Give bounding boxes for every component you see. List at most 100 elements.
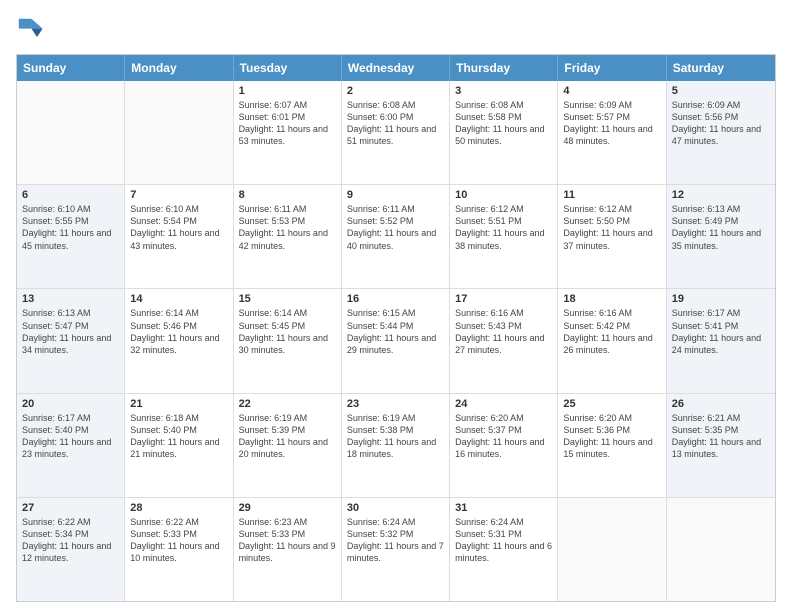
- day-number: 6: [22, 189, 119, 201]
- day-number: 31: [455, 502, 552, 514]
- calendar-cell: 20Sunrise: 6:17 AMSunset: 5:40 PMDayligh…: [17, 394, 125, 497]
- calendar-cell: 12 Sunrise: 6:13 AMSunset: 5:49 PMDayligh…: [667, 185, 775, 288]
- cell-info: Sunrise: 6:22 AMSunset: 5:34 PMDaylight:…: [22, 516, 119, 565]
- calendar-cell: 2 Sunrise: 6:08 AMSunset: 6:00 PMDaylight…: [342, 81, 450, 184]
- header-day-tuesday: Tuesday: [234, 55, 342, 81]
- day-number: 30: [347, 502, 444, 514]
- cell-info: Sunrise: 6:24 AMSunset: 5:31 PMDaylight:…: [455, 516, 552, 565]
- day-number: 12: [672, 189, 770, 201]
- day-number: 11: [563, 189, 660, 201]
- day-number: 26: [672, 398, 770, 410]
- calendar-cell: 25 Sunrise: 6:20 AMSunset: 5:36 PMDayligh…: [558, 394, 666, 497]
- day-number: 27: [22, 502, 119, 514]
- cell-info: Sunrise: 6:19 AMSunset: 5:38 PMDaylight:…: [347, 412, 444, 461]
- day-number: 28: [130, 502, 227, 514]
- calendar-cell: 22Sunrise: 6:19 AMSunset: 5:39 PMDayligh…: [234, 394, 342, 497]
- calendar-cell: 3 Sunrise: 6:08 AMSunset: 5:58 PMDaylight…: [450, 81, 558, 184]
- day-number: 2: [347, 85, 444, 97]
- calendar-cell: [17, 81, 125, 184]
- calendar-cell: 4 Sunrise: 6:09 AMSunset: 5:57 PMDaylight…: [558, 81, 666, 184]
- calendar-cell: 30 Sunrise: 6:24 AMSunset: 5:32 PMDayligh…: [342, 498, 450, 601]
- day-number: 1: [239, 85, 336, 97]
- cell-info: Sunrise: 6:11 AMSunset: 5:53 PMDaylight:…: [239, 203, 336, 252]
- cell-info: Sunrise: 6:10 AMSunset: 5:55 PMDaylight:…: [22, 203, 119, 252]
- cell-info: Sunrise: 6:21 AMSunset: 5:35 PMDaylight:…: [672, 412, 770, 461]
- logo-icon: [16, 16, 44, 44]
- calendar-cell: 6 Sunrise: 6:10 AMSunset: 5:55 PMDaylight…: [17, 185, 125, 288]
- cell-info: Sunrise: 6:07 AMSunset: 6:01 PMDaylight:…: [239, 99, 336, 148]
- cell-info: Sunrise: 6:24 AMSunset: 5:32 PMDaylight:…: [347, 516, 444, 565]
- cell-info: Sunrise: 6:14 AMSunset: 5:46 PMDaylight:…: [130, 307, 227, 356]
- day-number: 20: [22, 398, 119, 410]
- cell-info: Sunrise: 6:20 AMSunset: 5:36 PMDaylight:…: [563, 412, 660, 461]
- day-number: 25: [563, 398, 660, 410]
- calendar-row-2: 6 Sunrise: 6:10 AMSunset: 5:55 PMDaylight…: [17, 184, 775, 288]
- day-number: 13: [22, 293, 119, 305]
- cell-info: Sunrise: 6:09 AMSunset: 5:56 PMDaylight:…: [672, 99, 770, 148]
- day-number: 19: [672, 293, 770, 305]
- calendar: SundayMondayTuesdayWednesdayThursdayFrid…: [16, 54, 776, 602]
- calendar-cell: [558, 498, 666, 601]
- day-number: 3: [455, 85, 552, 97]
- cell-info: Sunrise: 6:19 AMSunset: 5:39 PMDaylight:…: [239, 412, 336, 461]
- cell-info: Sunrise: 6:10 AMSunset: 5:54 PMDaylight:…: [130, 203, 227, 252]
- calendar-row-4: 20Sunrise: 6:17 AMSunset: 5:40 PMDayligh…: [17, 393, 775, 497]
- cell-info: Sunrise: 6:23 AMSunset: 5:33 PMDaylight:…: [239, 516, 336, 565]
- cell-info: Sunrise: 6:08 AMSunset: 6:00 PMDaylight:…: [347, 99, 444, 148]
- cell-info: Sunrise: 6:12 AMSunset: 5:50 PMDaylight:…: [563, 203, 660, 252]
- day-number: 14: [130, 293, 227, 305]
- day-number: 5: [672, 85, 770, 97]
- day-number: 18: [563, 293, 660, 305]
- calendar-cell: 27 Sunrise: 6:22 AMSunset: 5:34 PMDayligh…: [17, 498, 125, 601]
- calendar-header: SundayMondayTuesdayWednesdayThursdayFrid…: [17, 55, 775, 81]
- page: SundayMondayTuesdayWednesdayThursdayFrid…: [0, 0, 792, 612]
- cell-info: Sunrise: 6:22 AMSunset: 5:33 PMDaylight:…: [130, 516, 227, 565]
- calendar-cell: 19 Sunrise: 6:17 AMSunset: 5:41 PMDayligh…: [667, 289, 775, 392]
- header-day-thursday: Thursday: [450, 55, 558, 81]
- cell-info: Sunrise: 6:11 AMSunset: 5:52 PMDaylight:…: [347, 203, 444, 252]
- cell-info: Sunrise: 6:15 AMSunset: 5:44 PMDaylight:…: [347, 307, 444, 356]
- header: [16, 16, 776, 44]
- calendar-cell: 5 Sunrise: 6:09 AMSunset: 5:56 PMDaylight…: [667, 81, 775, 184]
- calendar-cell: 7 Sunrise: 6:10 AMSunset: 5:54 PMDaylight…: [125, 185, 233, 288]
- day-number: 29: [239, 502, 336, 514]
- cell-info: Sunrise: 6:09 AMSunset: 5:57 PMDaylight:…: [563, 99, 660, 148]
- calendar-cell: 21Sunrise: 6:18 AMSunset: 5:40 PMDayligh…: [125, 394, 233, 497]
- header-day-friday: Friday: [558, 55, 666, 81]
- day-number: 21: [130, 398, 227, 410]
- cell-info: Sunrise: 6:16 AMSunset: 5:42 PMDaylight:…: [563, 307, 660, 356]
- cell-info: Sunrise: 6:13 AMSunset: 5:47 PMDaylight:…: [22, 307, 119, 356]
- calendar-cell: 17Sunrise: 6:16 AMSunset: 5:43 PMDayligh…: [450, 289, 558, 392]
- calendar-cell: 16Sunrise: 6:15 AMSunset: 5:44 PMDayligh…: [342, 289, 450, 392]
- calendar-body: 1 Sunrise: 6:07 AMSunset: 6:01 PMDaylight…: [17, 81, 775, 601]
- calendar-cell: 18 Sunrise: 6:16 AMSunset: 5:42 PMDayligh…: [558, 289, 666, 392]
- day-number: 23: [347, 398, 444, 410]
- calendar-cell: [125, 81, 233, 184]
- cell-info: Sunrise: 6:14 AMSunset: 5:45 PMDaylight:…: [239, 307, 336, 356]
- day-number: 15: [239, 293, 336, 305]
- calendar-cell: 26 Sunrise: 6:21 AMSunset: 5:35 PMDayligh…: [667, 394, 775, 497]
- calendar-cell: 15 Sunrise: 6:14 AMSunset: 5:45 PMDayligh…: [234, 289, 342, 392]
- calendar-cell: 13 Sunrise: 6:13 AMSunset: 5:47 PMDayligh…: [17, 289, 125, 392]
- calendar-cell: 14 Sunrise: 6:14 AMSunset: 5:46 PMDayligh…: [125, 289, 233, 392]
- calendar-row-1: 1 Sunrise: 6:07 AMSunset: 6:01 PMDaylight…: [17, 81, 775, 184]
- calendar-cell: 24Sunrise: 6:20 AMSunset: 5:37 PMDayligh…: [450, 394, 558, 497]
- cell-info: Sunrise: 6:12 AMSunset: 5:51 PMDaylight:…: [455, 203, 552, 252]
- cell-info: Sunrise: 6:13 AMSunset: 5:49 PMDaylight:…: [672, 203, 770, 252]
- day-number: 17: [455, 293, 552, 305]
- calendar-row-3: 13 Sunrise: 6:13 AMSunset: 5:47 PMDayligh…: [17, 288, 775, 392]
- cell-info: Sunrise: 6:08 AMSunset: 5:58 PMDaylight:…: [455, 99, 552, 148]
- day-number: 7: [130, 189, 227, 201]
- cell-info: Sunrise: 6:17 AMSunset: 5:41 PMDaylight:…: [672, 307, 770, 356]
- calendar-cell: 29 Sunrise: 6:23 AMSunset: 5:33 PMDayligh…: [234, 498, 342, 601]
- day-number: 9: [347, 189, 444, 201]
- calendar-cell: 10 Sunrise: 6:12 AMSunset: 5:51 PMDayligh…: [450, 185, 558, 288]
- cell-info: Sunrise: 6:20 AMSunset: 5:37 PMDaylight:…: [455, 412, 552, 461]
- calendar-cell: 31 Sunrise: 6:24 AMSunset: 5:31 PMDayligh…: [450, 498, 558, 601]
- logo: [16, 16, 48, 44]
- day-number: 4: [563, 85, 660, 97]
- day-number: 10: [455, 189, 552, 201]
- calendar-cell: [667, 498, 775, 601]
- calendar-cell: 8Sunrise: 6:11 AMSunset: 5:53 PMDaylight…: [234, 185, 342, 288]
- calendar-cell: 28 Sunrise: 6:22 AMSunset: 5:33 PMDayligh…: [125, 498, 233, 601]
